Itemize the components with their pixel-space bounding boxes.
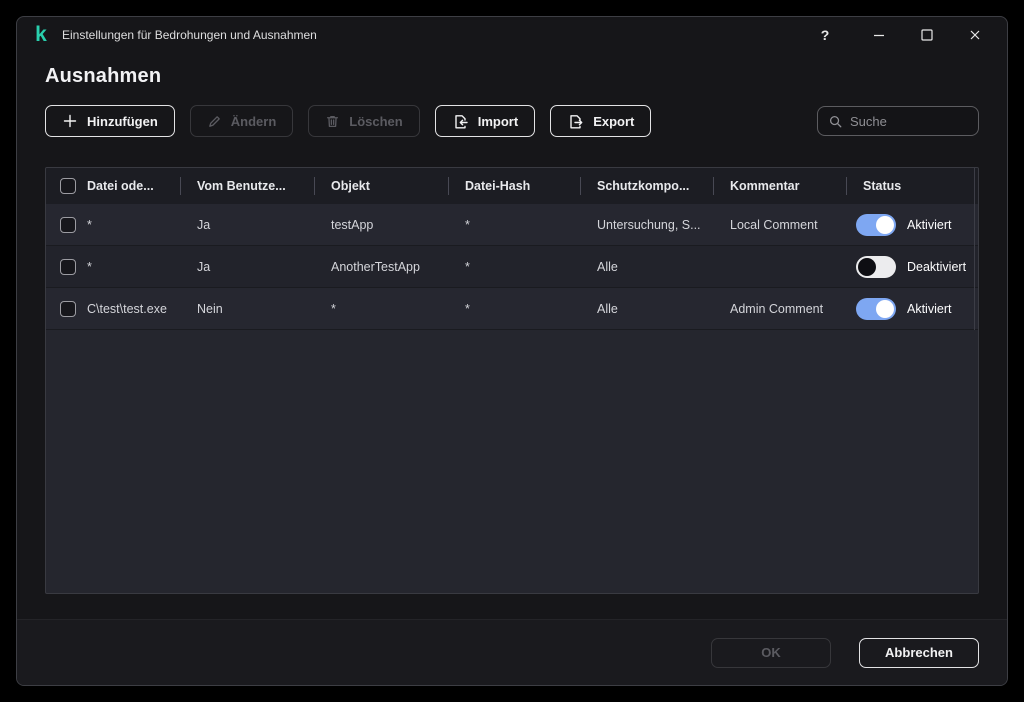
header-file-hash: Datei-Hash [448,168,580,204]
edit-button[interactable]: Ändern [190,105,294,137]
page-title: Ausnahmen [45,65,979,88]
titlebar: k Einstellungen für Bedrohungen und Ausn… [17,17,1007,53]
pencil-icon [207,114,222,129]
cell-object: testApp [314,218,448,232]
search-box[interactable] [817,106,979,136]
row-checkbox[interactable] [60,259,76,275]
cell-object: * [314,302,448,316]
cell-by-user: Ja [180,260,314,274]
status-toggle[interactable] [856,214,896,236]
select-all-checkbox[interactable] [60,178,76,194]
minimize-icon [871,27,887,43]
search-input[interactable] [850,114,968,129]
header-file-or-folder: Datei ode... [46,168,180,204]
close-button[interactable] [955,20,995,50]
close-icon [967,27,983,43]
cell-hash: * [448,218,580,232]
header-object: Objekt [314,168,448,204]
delete-button-label: Löschen [349,114,402,129]
add-button-label: Hinzufügen [87,114,158,129]
header-added-by-user: Vom Benutze... [180,168,314,204]
cell-components: Alle [580,302,713,316]
window-title: Einstellungen für Bedrohungen und Ausnah… [62,28,317,42]
cell-file: * [87,218,92,232]
main-content: Ausnahmen Hinzufügen Ändern Löschen Impo… [17,65,1007,594]
maximize-icon [919,27,935,43]
plus-icon [62,113,78,129]
header-comment: Kommentar [713,168,846,204]
add-button[interactable]: Hinzufügen [45,105,175,137]
table-row[interactable]: C\test\test.exe Nein * * Alle Admin Comm… [46,288,978,330]
kaspersky-logo-icon: k [31,25,51,45]
cell-file: * [87,260,92,274]
export-button[interactable]: Export [550,105,651,137]
cell-by-user: Nein [180,302,314,316]
import-icon [452,113,469,130]
export-icon [567,113,584,130]
row-checkbox[interactable] [60,301,76,317]
exclusions-table: Datei ode... Vom Benutze... Objekt Datei… [45,167,979,594]
edit-button-label: Ändern [231,114,277,129]
maximize-button[interactable] [907,20,947,50]
cell-by-user: Ja [180,218,314,232]
import-button[interactable]: Import [435,105,535,137]
help-button[interactable]: ? [805,20,845,50]
cell-object: AnotherTestApp [314,260,448,274]
export-button-label: Export [593,114,634,129]
row-checkbox[interactable] [60,217,76,233]
cell-components: Untersuchung, S... [580,218,713,232]
cell-file: C\test\test.exe [87,302,167,316]
cell-hash: * [448,302,580,316]
cell-hash: * [448,260,580,274]
delete-button[interactable]: Löschen [308,105,419,137]
settings-window: k Einstellungen für Bedrohungen und Ausn… [16,16,1008,686]
table-header-row: Datei ode... Vom Benutze... Objekt Datei… [46,168,978,204]
table-row[interactable]: * Ja testApp * Untersuchung, S... Local … [46,204,978,246]
import-button-label: Import [478,114,518,129]
cell-components: Alle [580,260,713,274]
trash-icon [325,114,340,129]
status-label: Aktiviert [907,218,951,232]
ok-button[interactable]: OK [711,638,831,668]
window-controls: ? [797,20,995,50]
status-toggle[interactable] [856,256,896,278]
header-status: Status [846,168,978,204]
table-row[interactable]: * Ja AnotherTestApp * Alle Deaktiviert [46,246,978,288]
cell-comment: Admin Comment [713,302,846,316]
footer: OK Abbrechen [17,619,1007,685]
status-label: Aktiviert [907,302,951,316]
toolbar: Hinzufügen Ändern Löschen Import Export [45,105,979,137]
status-toggle[interactable] [856,298,896,320]
cell-comment: Local Comment [713,218,846,232]
header-protection-components: Schutzkompo... [580,168,713,204]
cancel-button[interactable]: Abbrechen [859,638,979,668]
status-label: Deaktiviert [907,260,966,274]
minimize-button[interactable] [859,20,899,50]
search-icon [828,114,843,129]
